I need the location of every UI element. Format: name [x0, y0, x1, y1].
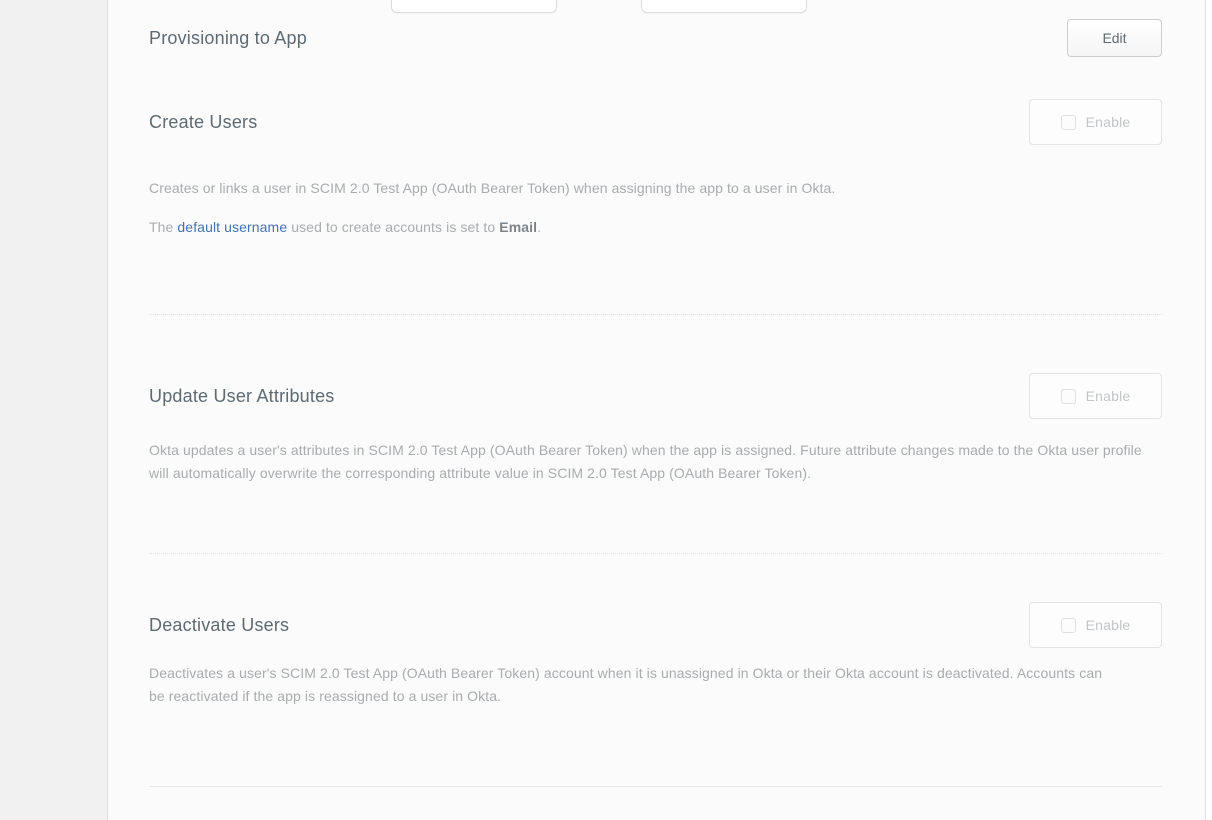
create-users-enable-toggle[interactable]: Enable [1029, 99, 1162, 145]
deactivate-users-description: Deactivates a user's SCIM 2.0 Test App (… [149, 662, 1109, 707]
page: Provisioning to App Edit Create Users En… [0, 0, 1212, 820]
note-prefix: The [149, 219, 177, 235]
section-update-user-attributes: Update User Attributes Enable [149, 373, 1162, 419]
enable-label: Enable [1086, 617, 1131, 633]
enable-label: Enable [1086, 388, 1131, 404]
enable-label: Enable [1086, 114, 1131, 130]
create-users-note: The default username used to create acco… [149, 216, 1162, 239]
update-attributes-enable-toggle[interactable]: Enable [1029, 373, 1162, 419]
section-divider [149, 314, 1162, 315]
deactivate-users-heading: Deactivate Users [149, 615, 289, 636]
panel-header: Provisioning to App Edit [149, 18, 1162, 58]
left-gutter [0, 0, 107, 820]
section-deactivate-users: Deactivate Users Enable [149, 602, 1162, 648]
create-users-description: Creates or links a user in SCIM 2.0 Test… [149, 177, 1162, 200]
note-suffix: . [537, 219, 541, 235]
cutoff-card-right [641, 0, 807, 13]
bottom-divider [149, 786, 1162, 787]
create-users-heading: Create Users [149, 112, 257, 133]
update-attributes-checkbox[interactable] [1061, 389, 1076, 404]
default-username-link[interactable]: default username [177, 219, 287, 235]
deactivate-users-enable-toggle[interactable]: Enable [1029, 602, 1162, 648]
update-attributes-description: Okta updates a user's attributes in SCIM… [149, 439, 1162, 484]
update-attributes-heading: Update User Attributes [149, 386, 335, 407]
note-middle: used to create accounts is set to [287, 219, 499, 235]
section-create-users: Create Users Enable [149, 99, 1162, 145]
create-users-checkbox[interactable] [1061, 115, 1076, 130]
edit-button[interactable]: Edit [1067, 19, 1162, 57]
page-title: Provisioning to App [149, 28, 307, 49]
section-divider [149, 553, 1162, 554]
note-email-value: Email [499, 219, 537, 235]
provisioning-panel: Provisioning to App Edit Create Users En… [107, 0, 1206, 820]
cutoff-card-left [391, 0, 557, 13]
deactivate-users-checkbox[interactable] [1061, 618, 1076, 633]
